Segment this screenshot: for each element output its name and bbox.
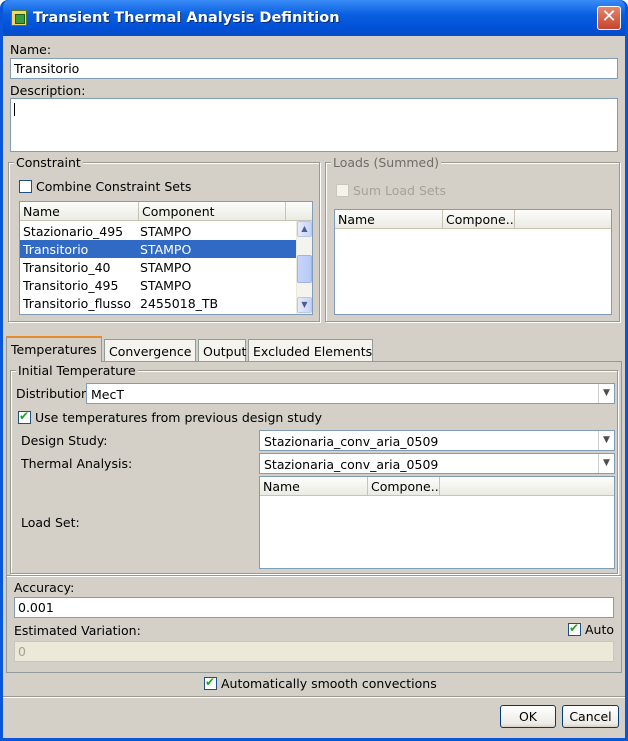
estimated-variation-input[interactable]: 0 xyxy=(14,641,614,662)
auto-checkbox[interactable]: ✔ xyxy=(568,621,581,636)
panel-divider xyxy=(7,575,621,577)
dialog-window: Transient Thermal Analysis Definition ✕ … xyxy=(0,0,628,741)
sum-load-sets-label: Sum Load Sets xyxy=(353,183,447,198)
scroll-down-button[interactable]: ▼ xyxy=(297,297,312,313)
constraint-row-selected[interactable]: Transitorio STAMPO xyxy=(20,240,297,258)
close-button[interactable]: ✕ xyxy=(597,6,621,30)
row-component: STAMPO xyxy=(140,260,192,275)
col-header-name[interactable]: Name xyxy=(260,477,368,496)
col-header-component[interactable]: Component xyxy=(139,202,286,221)
check-icon: ✔ xyxy=(569,621,580,635)
cancel-button[interactable]: Cancel xyxy=(562,705,619,728)
initial-temperature-title: Initial Temperature xyxy=(16,363,138,378)
auto-label: Auto xyxy=(585,622,615,637)
tab-temperatures[interactable]: Temperatures xyxy=(6,336,102,362)
row-component: 2455018_TB xyxy=(140,296,219,311)
check-icon: ✔ xyxy=(205,675,216,689)
row-name: Transitorio_40 xyxy=(23,260,111,275)
design-study-label: Design Study: xyxy=(21,433,108,448)
constraint-row[interactable]: Transitorio_40 STAMPO xyxy=(20,258,297,276)
sum-load-sets-checkbox[interactable] xyxy=(336,184,349,197)
distribution-label: Distribution xyxy=(16,386,89,401)
row-name: Transitorio xyxy=(23,242,89,257)
title-bar[interactable]: Transient Thermal Analysis Definition ✕ xyxy=(3,0,625,36)
tab-output[interactable]: Output xyxy=(198,339,246,361)
row-name: Transitorio_flusso xyxy=(23,296,132,311)
loads-title: Loads (Summed) xyxy=(331,155,442,170)
row-name: Transitorio_495 xyxy=(23,278,119,293)
window-title: Transient Thermal Analysis Definition xyxy=(33,10,340,26)
text-cursor xyxy=(14,103,15,116)
accuracy-input[interactable]: 0.001 xyxy=(14,597,614,618)
constraint-row[interactable]: Transitorio_flusso 2455018_TB xyxy=(20,294,297,312)
row-component: STAMPO xyxy=(140,224,192,239)
tab-convergence[interactable]: Convergence xyxy=(104,339,196,361)
combine-constraint-checkbox[interactable] xyxy=(19,180,32,193)
tab-panel-temperatures: Initial Temperature Distribution MecT ▼ … xyxy=(6,361,622,673)
load-set-label: Load Set: xyxy=(21,515,80,530)
constraint-list[interactable]: Name Component Stazionario_495 STAMPO Tr… xyxy=(19,201,313,315)
initial-temperature-group: Initial Temperature Distribution MecT ▼ … xyxy=(10,363,618,574)
row-component: STAMPO xyxy=(140,242,192,257)
chevron-down-icon[interactable]: ▼ xyxy=(598,384,614,403)
name-label: Name: xyxy=(10,42,52,57)
dialog-client: Name: Transitorio Description: Constrain… xyxy=(3,36,625,738)
use-previous-label: Use temperatures from previous design st… xyxy=(35,410,322,425)
close-icon: ✕ xyxy=(601,6,617,27)
thermal-analysis-value: Stazionaria_conv_aria_0509 xyxy=(264,457,439,472)
load-set-list-header: Name Compone... xyxy=(260,477,614,496)
footer-divider xyxy=(3,696,625,698)
distribution-value: MecT xyxy=(91,387,124,402)
col-header-component[interactable]: Compone... xyxy=(368,477,440,496)
estimated-variation-label: Estimated Variation: xyxy=(14,623,141,638)
loads-list[interactable]: Name Compone... xyxy=(334,209,612,315)
loads-list-header: Name Compone... xyxy=(335,210,611,229)
accuracy-label: Accuracy: xyxy=(14,580,75,595)
scroll-up-button[interactable]: ▲ xyxy=(297,221,312,237)
smooth-convections-label: Automatically smooth convections xyxy=(221,676,437,691)
constraint-list-header: Name Component xyxy=(20,202,312,221)
thermal-analysis-dropdown[interactable]: Stazionaria_conv_aria_0509 ▼ xyxy=(259,453,615,474)
constraint-row[interactable]: Transitorio_495 STAMPO xyxy=(20,276,297,294)
chevron-down-icon[interactable]: ▼ xyxy=(598,454,614,473)
col-header-name[interactable]: Name xyxy=(20,202,139,221)
distribution-dropdown[interactable]: MecT ▼ xyxy=(86,383,615,404)
description-label: Description: xyxy=(10,83,86,98)
thermal-analysis-label: Thermal Analysis: xyxy=(21,456,133,471)
chevron-down-icon[interactable]: ▼ xyxy=(598,431,614,450)
row-name: Stazionario_495 xyxy=(23,224,124,239)
constraint-group: Constraint Combine Constraint Sets Name … xyxy=(8,155,320,322)
app-icon xyxy=(11,10,27,26)
load-set-list[interactable]: Name Compone... xyxy=(259,476,615,569)
tab-excluded-elements[interactable]: Excluded Elements xyxy=(248,339,373,361)
scroll-thumb[interactable] xyxy=(297,255,312,283)
loads-group: Loads (Summed) Sum Load Sets Name Compon… xyxy=(325,155,620,322)
use-previous-checkbox[interactable]: ✔ xyxy=(18,409,31,424)
constraint-title: Constraint xyxy=(14,155,83,170)
smooth-convections-checkbox[interactable]: ✔ xyxy=(204,675,217,690)
row-component: STAMPO xyxy=(140,278,192,293)
design-study-dropdown[interactable]: Stazionaria_conv_aria_0509 ▼ xyxy=(259,430,615,451)
combine-constraint-label: Combine Constraint Sets xyxy=(36,179,192,194)
col-header-component[interactable]: Compone... xyxy=(443,210,515,229)
col-header-name[interactable]: Name xyxy=(335,210,443,229)
name-input[interactable]: Transitorio xyxy=(10,58,618,79)
constraint-scrollbar[interactable]: ▲ ▼ xyxy=(296,221,312,314)
constraint-row[interactable]: Stazionario_495 STAMPO xyxy=(20,222,297,240)
design-study-value: Stazionaria_conv_aria_0509 xyxy=(264,434,439,449)
check-icon: ✔ xyxy=(19,409,30,423)
ok-button[interactable]: OK xyxy=(500,705,556,728)
description-input[interactable] xyxy=(10,98,618,152)
